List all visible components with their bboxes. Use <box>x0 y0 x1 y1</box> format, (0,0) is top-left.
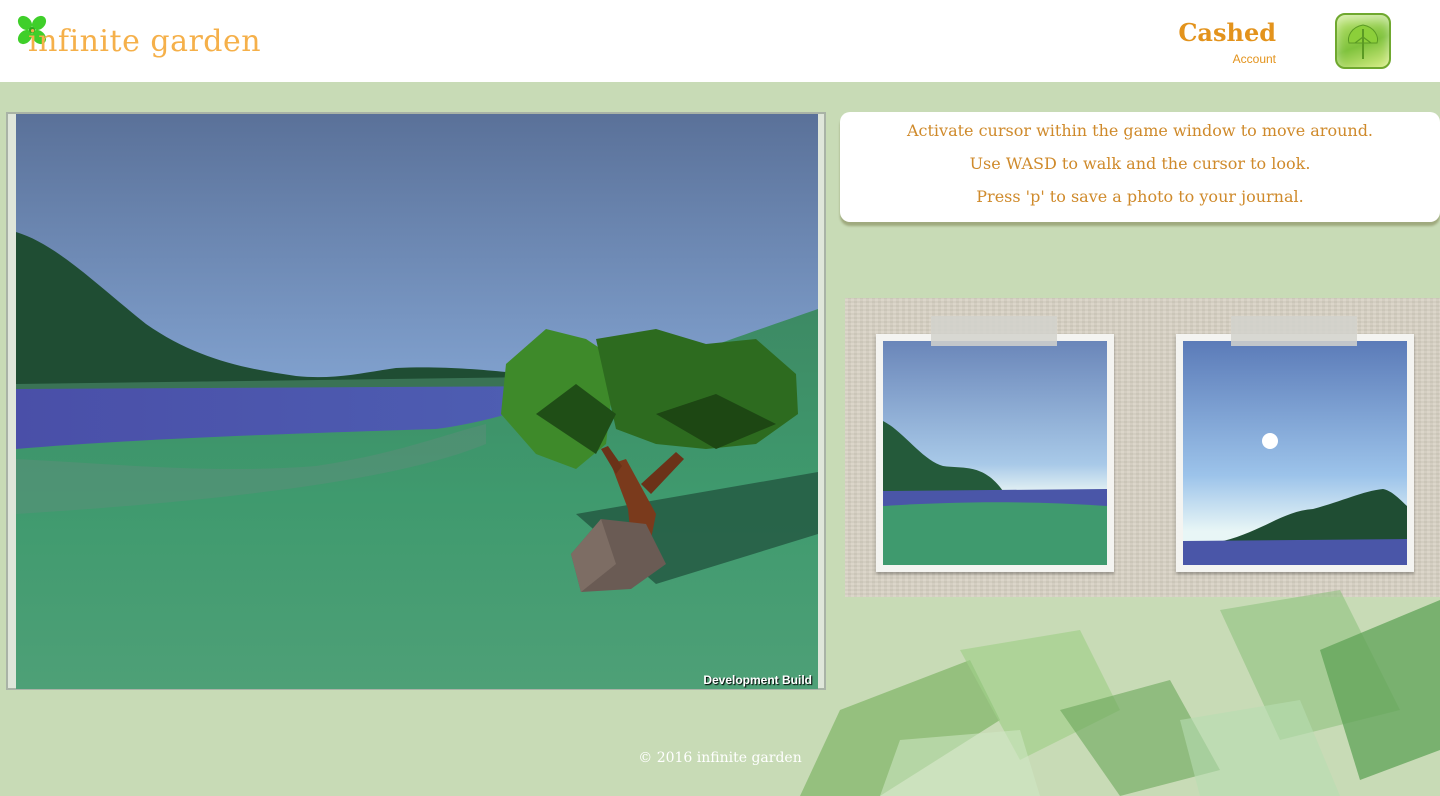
instructions-panel: Activate cursor within the game window t… <box>840 112 1440 222</box>
instruction-line: Activate cursor within the game window t… <box>906 121 1374 140</box>
photo-journal <box>845 298 1440 597</box>
game-scene <box>16 114 818 689</box>
avatar[interactable] <box>1335 13 1391 69</box>
tape <box>1231 316 1357 346</box>
journal-photo[interactable] <box>876 316 1114 572</box>
instruction-line: Press 'p' to save a photo to your journa… <box>976 187 1304 206</box>
photo-image <box>883 341 1107 565</box>
leaf-icon <box>1348 24 1378 59</box>
photo-image <box>1183 341 1407 565</box>
username[interactable]: Cashed <box>1178 18 1276 48</box>
tape <box>931 316 1057 346</box>
logo-text: infinite garden <box>28 24 262 59</box>
logo[interactable]: infinite garden <box>16 14 276 64</box>
game-viewport[interactable]: Development Build <box>16 114 818 689</box>
account-link[interactable]: Account <box>1178 52 1276 66</box>
header: infinite garden Cashed Account <box>0 0 1440 82</box>
instruction-line: Use WASD to walk and the cursor to look. <box>969 154 1311 173</box>
account-area: Cashed Account <box>1178 18 1276 66</box>
copyright: © 2016 infinite garden <box>638 750 802 766</box>
journal-photo[interactable] <box>1176 316 1414 572</box>
